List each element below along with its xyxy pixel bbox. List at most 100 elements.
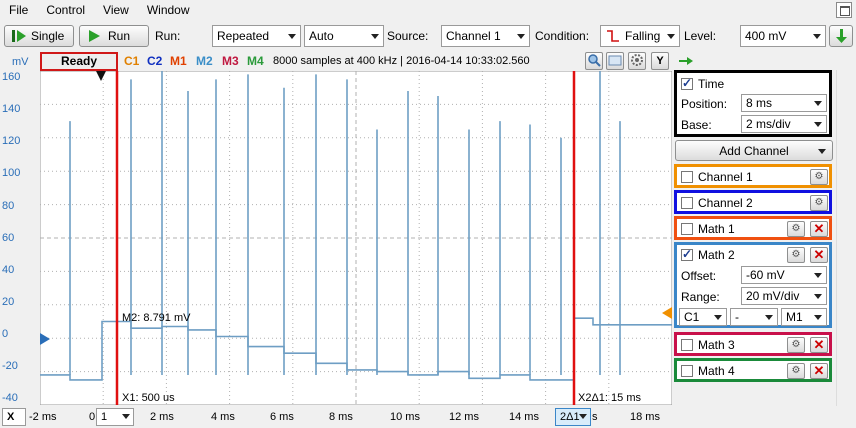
chevron-down-icon (288, 34, 296, 39)
channel-tag-c1[interactable]: C1 (124, 54, 139, 68)
checkbox-icon[interactable] (681, 339, 693, 351)
range-select[interactable]: 20 mV/div (741, 287, 827, 305)
chevron-down-icon (765, 315, 773, 320)
math-2-toggle[interactable]: Math 2 (681, 247, 735, 262)
level-apply-button[interactable] (829, 25, 853, 47)
falling-edge-icon (607, 30, 619, 42)
channel-2-panel: Channel 2 ⚙ (674, 190, 832, 214)
cursor-select-1[interactable]: 1 (96, 408, 134, 426)
settings-icon[interactable]: ⚙ (787, 337, 805, 353)
channel-tag-m2[interactable]: M2 (196, 54, 213, 68)
restore-window-icon[interactable] (836, 2, 852, 18)
settings-icon[interactable]: ⚙ (810, 169, 828, 185)
math-1-toggle[interactable]: Math 1 (681, 222, 735, 236)
chevron-down-icon (814, 273, 822, 278)
y-tick-label: 0 (2, 328, 9, 340)
position-value: 8 ms (746, 96, 773, 110)
y-tick-label: 140 (2, 103, 21, 115)
x-tick-label: -2 ms (29, 411, 57, 423)
offset-select[interactable]: -60 mV (741, 266, 827, 284)
base-select[interactable]: 2 ms/div (741, 115, 827, 133)
settings-icon[interactable]: ⚙ (787, 221, 805, 237)
source-select[interactable]: Channel 1 (441, 25, 530, 47)
channel-tag-m1[interactable]: M1 (170, 54, 187, 68)
operand-b-select[interactable]: M1 (781, 308, 827, 326)
source-label: Source: (387, 29, 429, 43)
math-2-label: Math 2 (698, 248, 735, 262)
trigger-mode-select[interactable]: Auto (304, 25, 384, 47)
cursor-select-2[interactable]: 2Δ1 (555, 408, 591, 426)
checkbox-checked-icon[interactable] (681, 76, 693, 90)
channel-tag-c2[interactable]: C2 (147, 54, 162, 68)
x-tick-label: 8 ms (329, 411, 353, 423)
menu-view[interactable]: View (94, 0, 138, 20)
y-tick-label: 20 (2, 296, 15, 308)
x-axis-button[interactable]: X (2, 408, 26, 426)
toolbar: Single Run Run: Repeated Auto Source: Ch… (0, 22, 856, 50)
condition-select[interactable]: Falling (600, 25, 680, 47)
chevron-down-icon (579, 414, 587, 419)
math-3-toggle[interactable]: Math 3 (681, 338, 735, 352)
run-button[interactable]: Run (79, 25, 149, 47)
y-axis-button[interactable]: Y (651, 52, 669, 70)
y-tick-label: 80 (2, 200, 15, 212)
checkbox-icon[interactable] (681, 223, 693, 235)
range-value: 20 mV/div (746, 289, 800, 303)
remove-icon[interactable]: ✕ (810, 337, 828, 353)
expand-arrow-icon[interactable] (678, 55, 694, 67)
checkbox-icon[interactable] (681, 171, 693, 183)
math-4-label: Math 4 (698, 364, 735, 378)
remove-icon[interactable]: ✕ (810, 363, 828, 379)
math-4-toggle[interactable]: Math 4 (681, 364, 735, 378)
channel-tag-m3[interactable]: M3 (222, 54, 239, 68)
source-value: Channel 1 (446, 29, 501, 43)
time-label: Time (698, 77, 725, 91)
chevron-down-icon (814, 294, 822, 299)
channel-1-toggle[interactable]: Channel 1 (681, 170, 753, 184)
add-channel-button[interactable]: Add Channel (675, 140, 833, 161)
run-button-label: Run (108, 29, 131, 43)
m2-cursor-readout: M2: 8.791 mV (122, 312, 191, 324)
chevron-down-icon (813, 34, 821, 39)
operand-a-value: C1 (684, 310, 700, 324)
single-button[interactable]: Single (4, 25, 74, 47)
panel-scrollbar[interactable] (836, 70, 854, 406)
remove-icon[interactable]: ✕ (810, 221, 828, 237)
menu-file[interactable]: File (0, 0, 37, 20)
position-select[interactable]: 8 ms (741, 94, 827, 112)
operand-a-select[interactable]: C1 (679, 308, 727, 326)
level-value: 400 mV (745, 29, 787, 43)
time-toggle[interactable]: Time (681, 76, 725, 91)
level-select[interactable]: 400 mV (740, 25, 826, 47)
math-3-label: Math 3 (698, 338, 735, 352)
offset-label: Offset: (681, 269, 717, 283)
checkbox-checked-icon[interactable] (681, 247, 693, 261)
checkbox-icon[interactable] (681, 365, 693, 377)
zoom-icon[interactable] (585, 52, 603, 70)
gear-icon[interactable] (628, 52, 646, 70)
settings-icon[interactable]: ⚙ (810, 195, 828, 211)
menu-bar: File Control View Window (0, 0, 856, 20)
display-settings-icon[interactable] (606, 52, 624, 70)
settings-icon[interactable]: ⚙ (787, 363, 805, 379)
remove-icon[interactable]: ✕ (810, 247, 828, 263)
waveform-plot[interactable]: M2: 8.791 mV X1: 500 us X2Δ1: 15 ms (40, 71, 672, 405)
checkbox-icon[interactable] (681, 197, 693, 209)
x-tick-label: 14 ms (509, 411, 539, 423)
cursor-select-2-value: 2Δ1 (560, 411, 580, 423)
base-label: Base: (681, 118, 712, 132)
operator-select[interactable]: - (730, 308, 778, 326)
run-mode-select[interactable]: Repeated (212, 25, 301, 47)
settings-icon[interactable]: ⚙ (787, 247, 805, 263)
math-4-panel: Math 4 ⚙ ✕ (674, 358, 832, 382)
x-tick-label: 10 ms (390, 411, 420, 423)
channel-tag-m4[interactable]: M4 (247, 54, 264, 68)
menu-control[interactable]: Control (37, 0, 94, 20)
chevron-down-icon (814, 101, 822, 106)
menu-window[interactable]: Window (138, 0, 199, 20)
operator-value: - (735, 310, 739, 324)
chevron-down-icon (371, 34, 379, 39)
x1-cursor-readout: X1: 500 us (122, 392, 175, 404)
position-label: Position: (681, 97, 728, 111)
channel-2-toggle[interactable]: Channel 2 (681, 196, 753, 210)
